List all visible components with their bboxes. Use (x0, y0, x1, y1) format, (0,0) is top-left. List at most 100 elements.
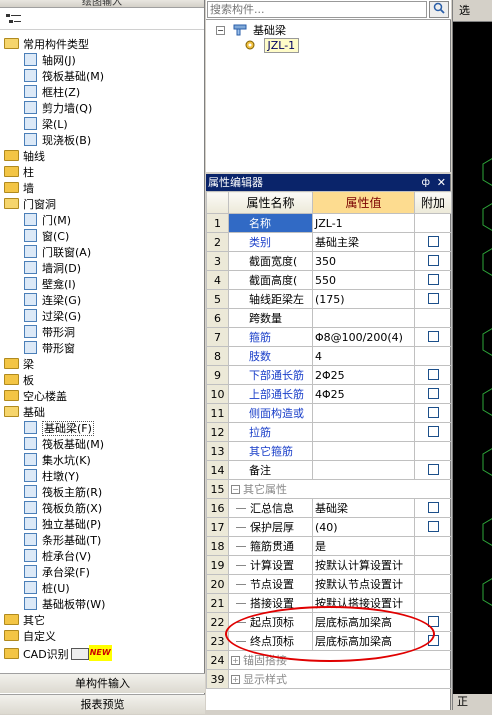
tree-folder[interactable]: 基础 (0, 405, 204, 421)
property-value[interactable] (312, 460, 415, 480)
component-root[interactable]: − 基础梁 (216, 22, 299, 38)
expand-icon[interactable]: + (231, 675, 240, 684)
drawing-canvas[interactable] (453, 22, 492, 692)
tree-item[interactable]: 带形窗 (0, 341, 204, 357)
tree-item[interactable]: 连梁(G) (0, 293, 204, 309)
extra-checkbox[interactable] (427, 634, 439, 646)
tree-item[interactable]: 窗(C) (0, 229, 204, 245)
extra-checkbox[interactable] (427, 501, 439, 513)
property-value[interactable]: 基础梁 (312, 498, 415, 518)
expand-icon[interactable]: + (231, 656, 240, 665)
property-value[interactable]: 2Φ25 (312, 365, 415, 385)
extra-checkbox[interactable] (427, 520, 439, 532)
tree-item[interactable]: 门联窗(A) (0, 245, 204, 261)
property-row[interactable]: 18 箍筋贯通 是 (206, 536, 452, 556)
extra-checkbox[interactable] (427, 463, 439, 475)
property-value[interactable]: 550 (312, 270, 415, 290)
property-value[interactable]: 4 (312, 346, 415, 366)
close-icon[interactable]: ✕ (437, 174, 446, 191)
tree-item[interactable]: 框柱(Z) (0, 85, 204, 101)
property-row[interactable]: 24 + 锚固搭接 (206, 650, 452, 670)
property-value[interactable]: (175) (312, 289, 415, 309)
property-row[interactable]: 19 计算设置 按默认计算设置计 (206, 555, 452, 575)
tree-folder[interactable]: 其它 (0, 613, 204, 629)
property-value[interactable]: 层底标高加梁高 (312, 631, 415, 651)
extra-checkbox[interactable] (427, 292, 439, 304)
property-row[interactable]: 23 终点顶标 层底标高加梁高 (206, 631, 452, 651)
tree-item[interactable]: 筏板基础(M) (0, 437, 204, 453)
property-row[interactable]: 4 截面高度(550 (206, 270, 452, 290)
extra-checkbox[interactable] (427, 387, 439, 399)
extra-checkbox[interactable] (427, 615, 439, 627)
tree-item[interactable]: 条形基础(T) (0, 533, 204, 549)
tree-item[interactable]: 墙洞(D) (0, 261, 204, 277)
tree-item[interactable]: 梁(L) (0, 117, 204, 133)
tree-folder[interactable]: 板 (0, 373, 204, 389)
tree-item[interactable]: 柱墩(Y) (0, 469, 204, 485)
tree-item[interactable]: 轴网(J) (0, 53, 204, 69)
tree-item[interactable]: 桩承台(V) (0, 549, 204, 565)
property-row[interactable]: 22 起点顶标 层底标高加梁高 (206, 612, 452, 632)
collapse-icon[interactable]: − (216, 26, 225, 35)
property-row[interactable]: 13 其它箍筋 (206, 441, 452, 461)
property-row[interactable]: 9 下部通长筋 2Φ25 (206, 365, 452, 385)
tree-toggle-icon[interactable] (6, 14, 22, 24)
tree-folder[interactable]: 轴线 (0, 149, 204, 165)
property-row[interactable]: 16 汇总信息 基础梁 (206, 498, 452, 518)
property-row[interactable]: 14 备注 (206, 460, 452, 480)
component-item[interactable]: JZL-1 (216, 38, 300, 54)
extra-checkbox[interactable] (427, 406, 439, 418)
tree-item[interactable]: 基础板带(W) (0, 597, 204, 613)
property-value[interactable] (312, 308, 415, 328)
collapse-icon[interactable]: − (231, 485, 240, 494)
tree-folder[interactable]: 自定义 (0, 629, 204, 645)
property-row[interactable]: 15− 其它属性 (206, 479, 452, 499)
property-value[interactable]: 4Φ25 (312, 384, 415, 404)
tree-folder[interactable]: 门窗洞 (0, 197, 204, 213)
extra-checkbox[interactable] (427, 425, 439, 437)
property-value[interactable]: 层底标高加梁高 (312, 612, 415, 632)
property-value[interactable]: 是 (312, 536, 415, 556)
tree-folder[interactable]: 梁 (0, 357, 204, 373)
search-input[interactable] (207, 1, 427, 18)
property-row[interactable]: 39 + 显示样式 (206, 669, 452, 689)
property-row[interactable]: 3 截面宽度(350 (206, 251, 452, 271)
extra-checkbox[interactable] (427, 368, 439, 380)
extra-checkbox[interactable] (427, 254, 439, 266)
property-row[interactable]: 11 侧面构造或 (206, 403, 452, 423)
property-value[interactable]: Φ8@100/200(4) (312, 327, 415, 347)
property-row[interactable]: 2 类别 基础主梁 (206, 232, 452, 252)
tree-item[interactable]: 壁龛(I) (0, 277, 204, 293)
tree-item[interactable]: 独立基础(P) (0, 517, 204, 533)
search-button[interactable] (429, 1, 449, 18)
property-row[interactable]: 21 搭接设置 按默认搭接设置计 (206, 593, 452, 613)
single-component-input-button[interactable]: 单构件输入 (0, 673, 205, 693)
tree-item[interactable]: 承台梁(F) (0, 565, 204, 581)
property-row[interactable]: 8 肢数 4 (206, 346, 452, 366)
property-row[interactable]: 17 保护层厚 (40) (206, 517, 452, 537)
tree-item[interactable]: 桩(U) (0, 581, 204, 597)
drawing-area[interactable]: 选 正 (452, 0, 492, 710)
property-value[interactable]: 按默认计算设置计 (312, 555, 415, 575)
property-value[interactable]: JZL-1 (312, 213, 415, 233)
tree-item[interactable]: 集水坑(K) (0, 453, 204, 469)
property-row[interactable]: 1 名称 JZL-1 (206, 213, 452, 233)
tree-folder[interactable]: 空心楼盖 (0, 389, 204, 405)
tree-folder[interactable]: CAD识别 NEW (0, 645, 204, 661)
tree-folder[interactable]: 常用构件类型 (0, 37, 204, 53)
tree-folder[interactable]: 墙 (0, 181, 204, 197)
property-value[interactable]: 基础主梁 (312, 232, 415, 252)
property-value[interactable]: 按默认节点设置计 (312, 574, 415, 594)
tree-item[interactable]: 剪力墙(Q) (0, 101, 204, 117)
property-row[interactable]: 20 节点设置 按默认节点设置计 (206, 574, 452, 594)
property-value[interactable] (312, 441, 415, 461)
property-value[interactable]: 按默认搭接设置计 (312, 593, 415, 613)
tree-item[interactable]: 过梁(G) (0, 309, 204, 325)
pin-icon[interactable]: ф (421, 174, 430, 191)
tree-item[interactable]: 基础梁(F) (0, 421, 204, 437)
property-value[interactable] (312, 403, 415, 423)
extra-checkbox[interactable] (427, 273, 439, 285)
property-row[interactable]: 5 轴线距梁左 (175) (206, 289, 452, 309)
tree-item[interactable]: 筏板基础(M) (0, 69, 204, 85)
tree-folder[interactable]: 柱 (0, 165, 204, 181)
